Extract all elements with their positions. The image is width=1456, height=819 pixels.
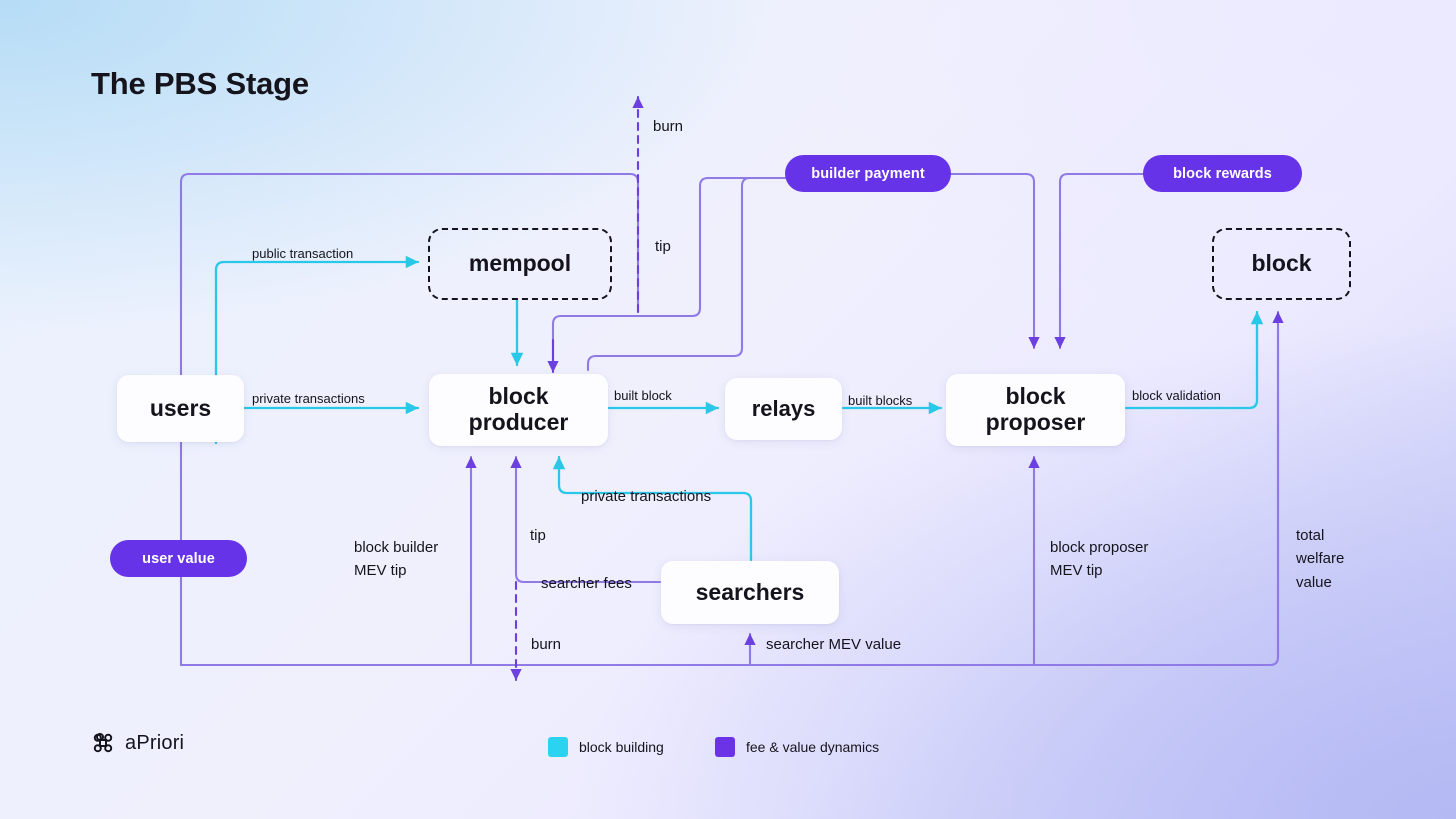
node-block-producer-label: block producer xyxy=(468,383,569,435)
legend-swatch-fee-value-dynamics xyxy=(715,737,735,757)
pill-builder-payment-label: builder payment xyxy=(811,165,925,182)
brand-name: aPriori xyxy=(125,731,185,754)
label-burn-top: burn xyxy=(653,118,684,135)
node-mempool-label: mempool xyxy=(468,250,572,277)
clover-logo-icon xyxy=(91,731,115,755)
label-built-blocks: built blocks xyxy=(848,393,913,408)
brand-logo: aPriori xyxy=(91,731,184,755)
label-searcher-fees: searcher fees xyxy=(541,575,632,592)
label-tip-bottom: tip xyxy=(530,527,546,544)
label-public-transaction: public transaction xyxy=(252,246,354,261)
legend-swatch-block-building xyxy=(548,737,568,757)
legend-label-block-building: block building xyxy=(579,739,664,755)
pill-user-value[interactable]: user value xyxy=(110,540,247,577)
label-private-transactions: private transactions xyxy=(252,391,365,406)
legend-label-fee-value-dynamics: fee & value dynamics xyxy=(746,739,880,755)
node-searchers[interactable]: searchers xyxy=(661,561,839,624)
legend-item-block-building: block building xyxy=(548,737,664,757)
label-block-proposer-mev-tip: block proposer MEV tip xyxy=(1050,539,1149,580)
label-searcher-mev-value: searcher MEV value xyxy=(766,636,902,653)
node-mempool[interactable]: mempool xyxy=(428,228,612,300)
pill-block-rewards[interactable]: block rewards xyxy=(1143,155,1302,192)
pill-user-value-label: user value xyxy=(142,550,215,567)
label-private-transactions-searchers: private transactions xyxy=(581,488,712,505)
node-block-producer[interactable]: block producer xyxy=(429,374,608,446)
pill-builder-payment[interactable]: builder payment xyxy=(785,155,951,192)
node-searchers-label: searchers xyxy=(695,578,805,605)
node-users[interactable]: users xyxy=(117,375,244,442)
label-burn-bottom: burn xyxy=(531,636,562,653)
node-block-proposer[interactable]: block proposer xyxy=(946,374,1125,446)
label-total-welfare-value: total welfare value xyxy=(1296,527,1345,591)
node-users-label: users xyxy=(149,394,212,421)
node-relays-label: relays xyxy=(751,395,816,421)
label-block-builder-mev-tip: block builder MEV tip xyxy=(354,539,439,580)
node-block[interactable]: block xyxy=(1212,228,1351,300)
pill-block-rewards-label: block rewards xyxy=(1173,165,1272,182)
label-block-validation: block validation xyxy=(1132,388,1221,403)
diagram-canvas: The PBS Stage users mempool block produc… xyxy=(0,0,1456,819)
label-tip-top: tip xyxy=(655,238,671,255)
node-block-label: block xyxy=(1251,250,1312,277)
label-built-block: built block xyxy=(614,388,672,403)
node-block-proposer-label: block proposer xyxy=(985,383,1086,435)
node-relays[interactable]: relays xyxy=(725,378,842,440)
page-title: The PBS Stage xyxy=(91,66,309,101)
legend-item-fee-value-dynamics: fee & value dynamics xyxy=(715,737,879,757)
